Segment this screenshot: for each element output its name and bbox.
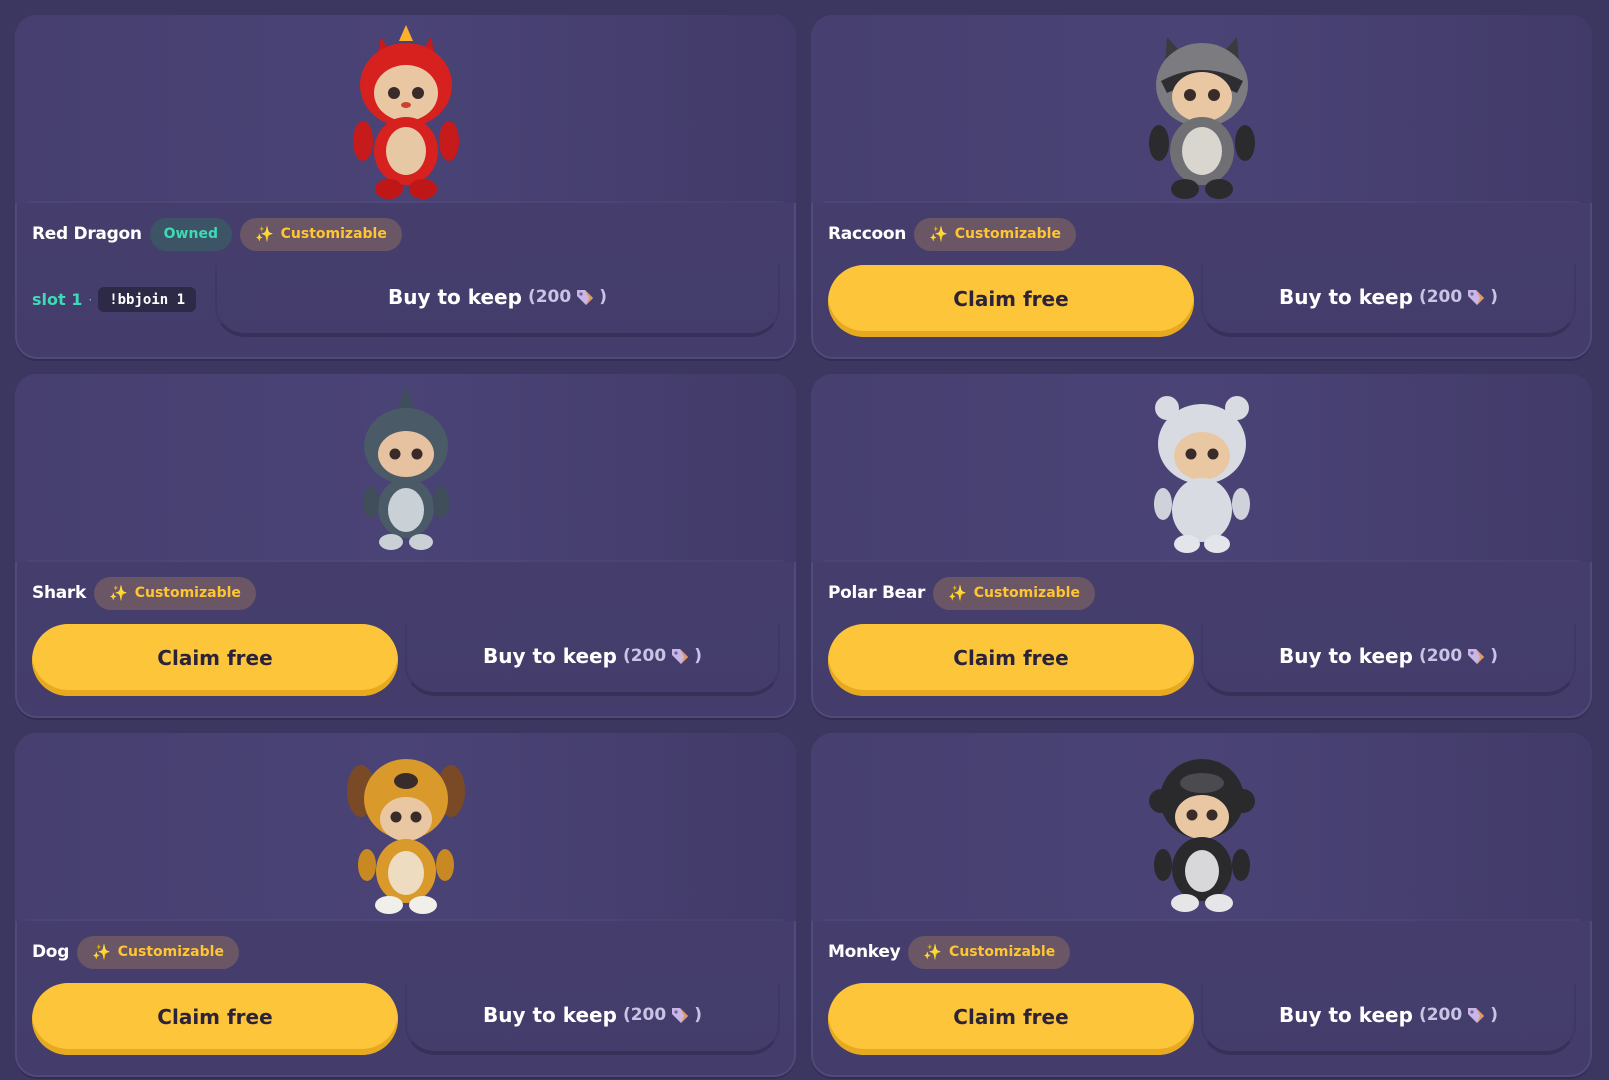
shark-figure bbox=[341, 382, 471, 560]
customizable-badge: ✨ Customizable bbox=[77, 935, 239, 969]
price: (200 ) bbox=[528, 287, 607, 307]
price-close: ) bbox=[1490, 1005, 1498, 1025]
costume-name: Monkey bbox=[828, 942, 901, 962]
claim-free-button[interactable]: Claim free bbox=[32, 624, 398, 696]
sparkle-icon: ✨ bbox=[109, 584, 128, 602]
card-header: Monkey ✨ Customizable bbox=[828, 935, 1071, 969]
claim-free-button[interactable]: Claim free bbox=[828, 265, 1194, 337]
price-open: (200 bbox=[1418, 1005, 1463, 1025]
slot-info: slot 1 · !bbjoin 1 bbox=[32, 287, 197, 312]
buy-label: Buy to keep bbox=[1278, 285, 1413, 309]
costume-name: Dog bbox=[32, 942, 70, 962]
price-tag-icon bbox=[1468, 290, 1485, 305]
owned-label: Owned bbox=[163, 226, 218, 242]
monkey-figure bbox=[1137, 741, 1267, 919]
costume-card-polar-bear: Polar Bear ✨ Customizable Claim free Buy… bbox=[811, 374, 1592, 718]
polar-bear-figure bbox=[1137, 382, 1267, 560]
costume-preview bbox=[811, 15, 1592, 203]
costume-name: Shark bbox=[32, 583, 87, 603]
costume-name: Polar Bear bbox=[828, 583, 926, 603]
price-tag-icon bbox=[1468, 649, 1485, 664]
price-close: ) bbox=[694, 1005, 702, 1025]
card-header: Dog ✨ Customizable bbox=[32, 935, 239, 969]
costume-preview bbox=[811, 733, 1592, 921]
price: (200 ) bbox=[1419, 1005, 1498, 1025]
raccoon-figure bbox=[1137, 23, 1267, 201]
card-header: Polar Bear ✨ Customizable bbox=[828, 576, 1095, 610]
price-close: ) bbox=[1490, 646, 1498, 666]
claim-free-button[interactable]: Claim free bbox=[828, 624, 1194, 696]
owned-badge: Owned bbox=[149, 217, 232, 251]
customizable-label: Customizable bbox=[117, 944, 224, 960]
card-header: Shark ✨ Customizable bbox=[32, 576, 256, 610]
costume-name: Raccoon bbox=[828, 224, 907, 244]
costume-card-shark: Shark ✨ Customizable Claim free Buy to k… bbox=[15, 374, 796, 718]
customizable-badge: ✨ Customizable bbox=[239, 217, 402, 251]
sparkle-icon: ✨ bbox=[254, 225, 274, 243]
costume-card-raccoon: Raccoon ✨ Customizable Claim free Buy to… bbox=[811, 15, 1592, 359]
costume-name: Red Dragon bbox=[32, 224, 142, 244]
price-close: ) bbox=[599, 287, 607, 307]
price-tag-icon bbox=[577, 290, 594, 305]
buy-label: Buy to keep bbox=[482, 644, 617, 668]
price: (200 ) bbox=[623, 646, 702, 666]
price-open: (200 bbox=[1418, 646, 1463, 666]
price-open: (200 bbox=[1418, 287, 1463, 307]
dog-figure bbox=[341, 741, 471, 919]
costume-card-monkey: Monkey ✨ Customizable Claim free Buy to … bbox=[811, 733, 1592, 1077]
customizable-label: Customizable bbox=[949, 944, 1056, 960]
buy-label: Buy to keep bbox=[482, 1003, 617, 1027]
price-tag-icon bbox=[672, 1008, 689, 1023]
buy-label: Buy to keep bbox=[387, 285, 522, 309]
buy-to-keep-button[interactable]: Buy to keep (200 ) bbox=[405, 624, 780, 696]
price-open: (200 bbox=[527, 287, 572, 307]
buy-to-keep-button[interactable]: Buy to keep (200 ) bbox=[1201, 265, 1576, 337]
sparkle-icon: ✨ bbox=[92, 943, 111, 961]
sparkle-icon: ✨ bbox=[929, 225, 948, 243]
card-header: Red Dragon Owned ✨ Customizable bbox=[32, 217, 402, 251]
costume-grid: Red Dragon Owned ✨ Customizable slot 1 ·… bbox=[15, 15, 1592, 1077]
costume-preview bbox=[15, 733, 796, 921]
costume-preview bbox=[811, 374, 1592, 562]
slot-separator: · bbox=[88, 292, 93, 307]
sparkle-icon: ✨ bbox=[923, 943, 943, 961]
buy-to-keep-button[interactable]: Buy to keep (200 ) bbox=[1201, 624, 1576, 696]
slot-label: slot 1 bbox=[32, 290, 83, 309]
customizable-badge: ✨ Customizable bbox=[94, 576, 256, 610]
red-dragon-figure bbox=[341, 23, 471, 201]
claim-free-button[interactable]: Claim free bbox=[828, 983, 1194, 1055]
join-command[interactable]: !bbjoin 1 bbox=[98, 287, 197, 312]
buy-to-keep-button[interactable]: Buy to keep (200 ) bbox=[1201, 983, 1576, 1055]
price-close: ) bbox=[694, 646, 702, 666]
buy-to-keep-button[interactable]: Buy to keep (200 ) bbox=[405, 983, 780, 1055]
costume-card-red-dragon: Red Dragon Owned ✨ Customizable slot 1 ·… bbox=[15, 15, 796, 359]
buy-label: Buy to keep bbox=[1278, 1003, 1413, 1027]
costume-preview bbox=[15, 15, 796, 203]
price: (200 ) bbox=[1419, 287, 1498, 307]
customizable-label: Customizable bbox=[973, 585, 1080, 601]
customizable-label: Customizable bbox=[954, 226, 1061, 242]
price-open: (200 bbox=[622, 646, 667, 666]
card-header: Raccoon ✨ Customizable bbox=[828, 217, 1076, 251]
sparkle-icon: ✨ bbox=[948, 584, 967, 602]
price: (200 ) bbox=[1419, 646, 1498, 666]
claim-free-button[interactable]: Claim free bbox=[32, 983, 398, 1055]
customizable-badge: ✨ Customizable bbox=[908, 935, 1071, 969]
customizable-label: Customizable bbox=[280, 226, 387, 242]
price-tag-icon bbox=[1468, 1008, 1485, 1023]
customizable-badge: ✨ Customizable bbox=[914, 217, 1076, 251]
customizable-label: Customizable bbox=[134, 585, 241, 601]
price: (200 ) bbox=[623, 1005, 702, 1025]
price-close: ) bbox=[1490, 287, 1498, 307]
costume-preview bbox=[15, 374, 796, 562]
price-open: (200 bbox=[622, 1005, 667, 1025]
buy-to-keep-button[interactable]: Buy to keep (200 ) bbox=[215, 265, 780, 337]
buy-label: Buy to keep bbox=[1278, 644, 1413, 668]
customizable-badge: ✨ Customizable bbox=[933, 576, 1095, 610]
price-tag-icon bbox=[672, 649, 689, 664]
costume-card-dog: Dog ✨ Customizable Claim free Buy to kee… bbox=[15, 733, 796, 1077]
